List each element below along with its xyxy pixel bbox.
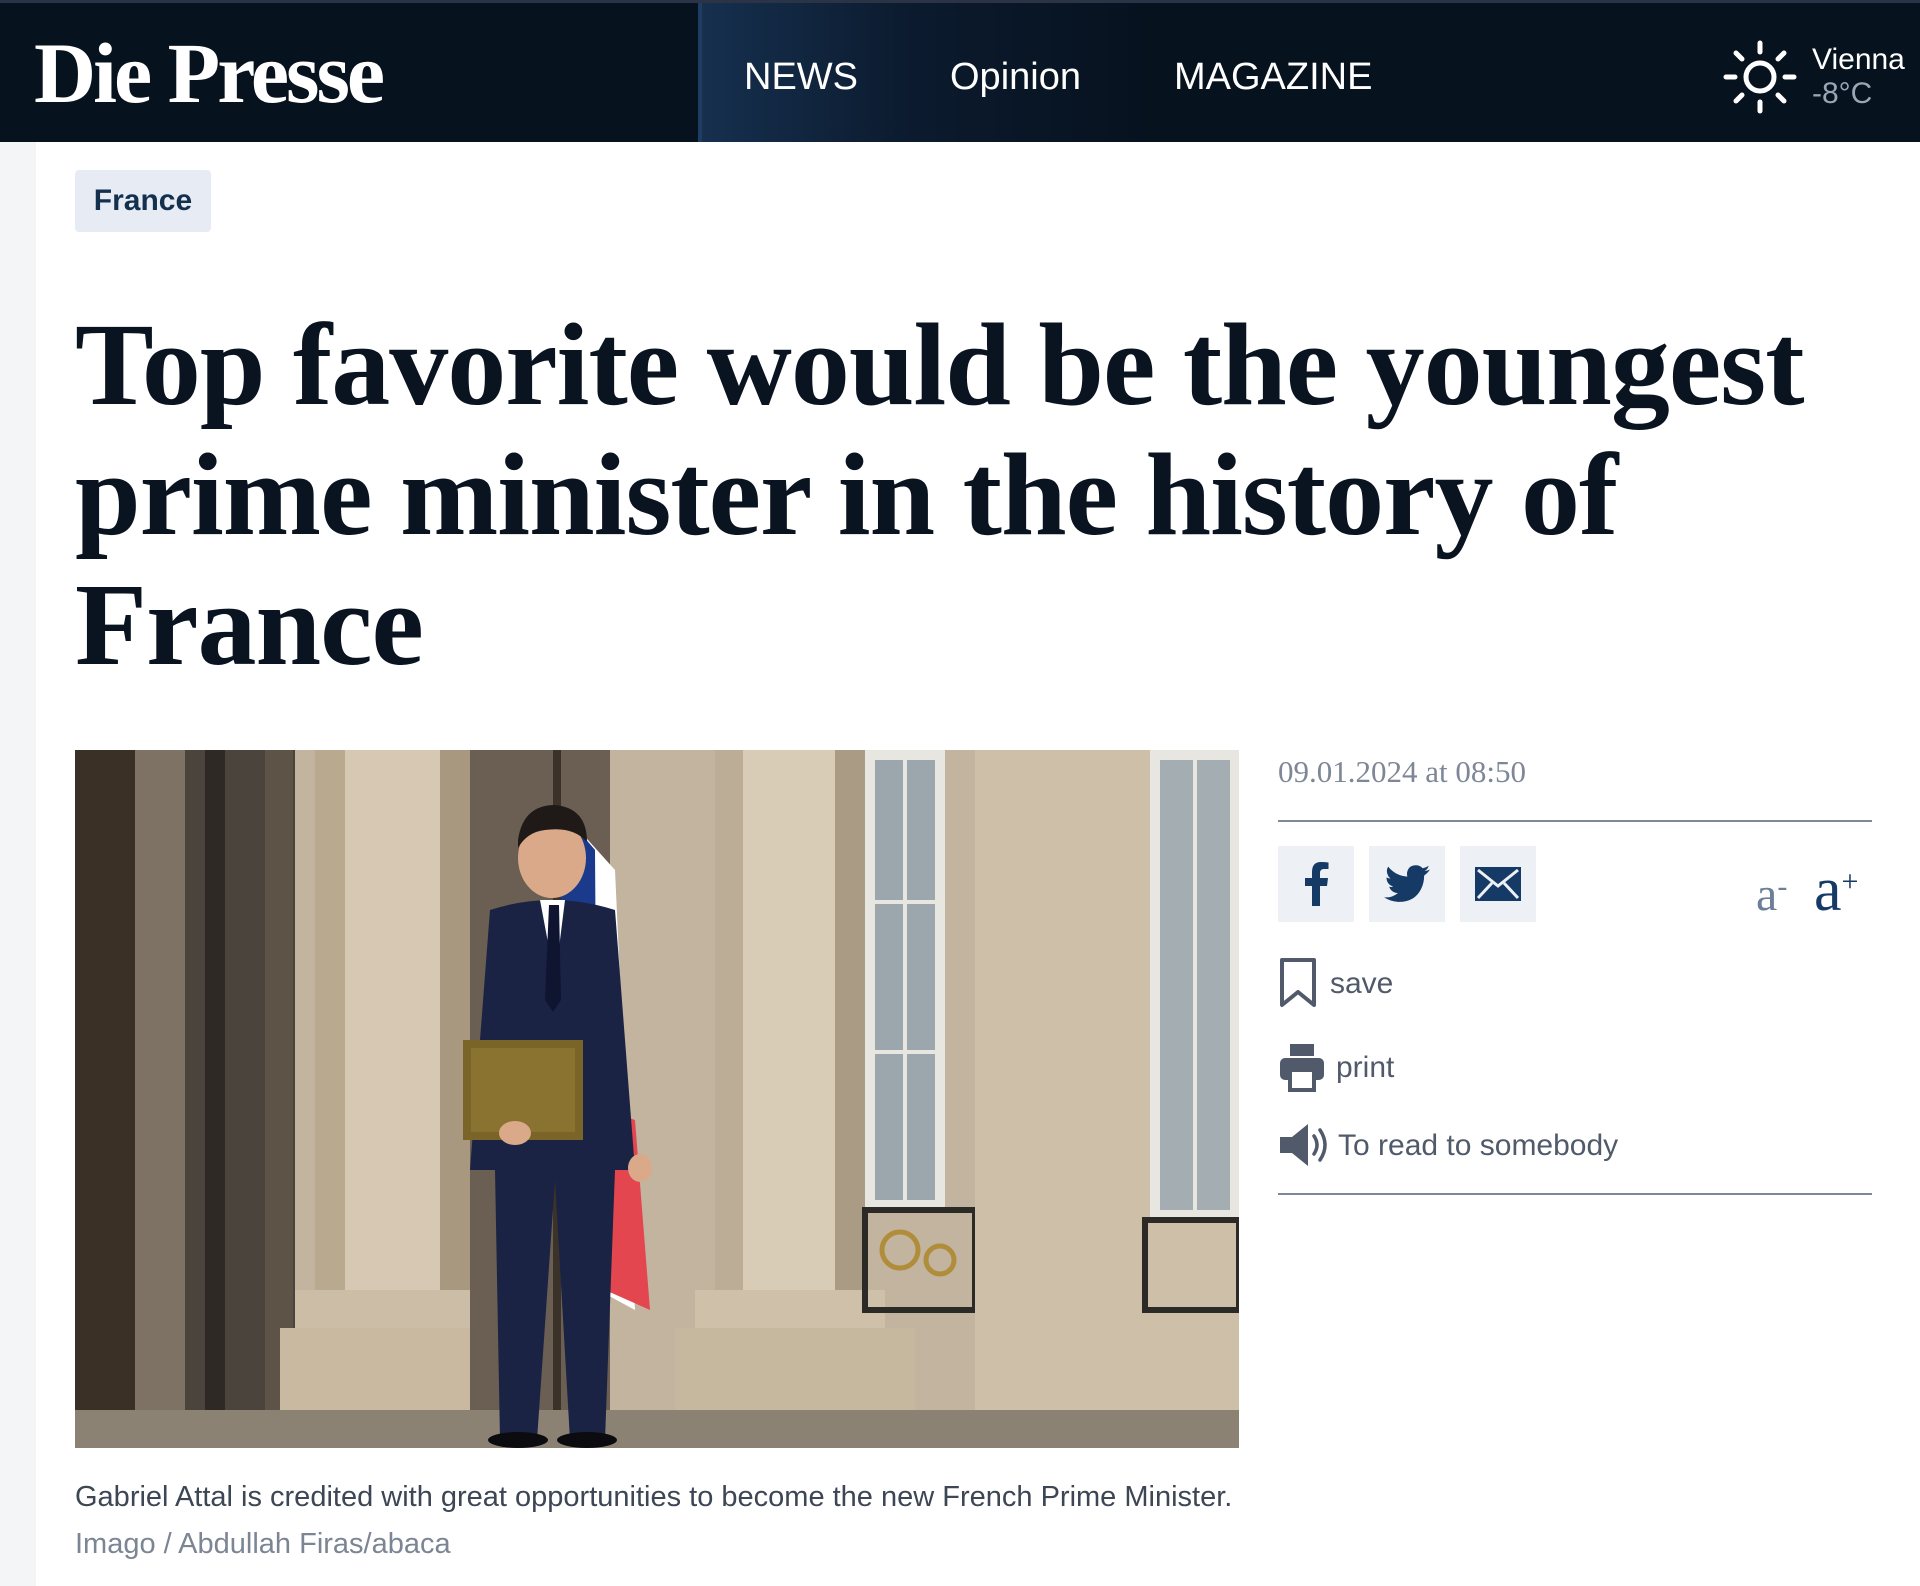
weather-widget[interactable]: Vienna -8°C bbox=[1720, 37, 1910, 117]
site-header: Die Presse NEWS Opinion MAGAZINE Vienna … bbox=[0, 0, 1920, 142]
facebook-icon bbox=[1305, 862, 1329, 906]
caption-text: Gabriel Attal is credited with great opp… bbox=[75, 1481, 1233, 1513]
sidebar-divider-bottom bbox=[1278, 1193, 1872, 1195]
article-photo bbox=[75, 750, 1239, 1448]
share-facebook-button[interactable] bbox=[1278, 846, 1354, 922]
category-tag[interactable]: France bbox=[75, 170, 211, 232]
read-aloud-label: To read to somebody bbox=[1338, 1129, 1619, 1162]
bookmark-icon bbox=[1280, 958, 1316, 1007]
share-twitter-button[interactable] bbox=[1369, 846, 1445, 922]
share-email-button[interactable] bbox=[1460, 846, 1536, 922]
twitter-icon bbox=[1384, 865, 1430, 902]
sidebar-divider-top bbox=[1278, 820, 1872, 822]
article-headline: Top favorite would be the youngest prime… bbox=[75, 299, 1805, 690]
speaker-icon bbox=[1280, 1124, 1327, 1166]
save-label: save bbox=[1330, 967, 1394, 1000]
weather-city: Vienna bbox=[1812, 43, 1905, 76]
printer-icon bbox=[1280, 1044, 1324, 1092]
decrease-font-button[interactable]: a- bbox=[1756, 870, 1787, 920]
nav-item-opinion[interactable]: Opinion bbox=[950, 55, 1081, 99]
sun-icon bbox=[1723, 40, 1797, 114]
weather-temperature: -8°C bbox=[1812, 77, 1873, 110]
photo-caption: Gabriel Attal is credited with great opp… bbox=[75, 1474, 1245, 1568]
publish-date: 09.01.2024 at 08:50 bbox=[1278, 754, 1526, 789]
print-label: print bbox=[1336, 1051, 1395, 1084]
increase-font-button[interactable]: a+ bbox=[1814, 859, 1858, 921]
nav-item-magazine[interactable]: MAGAZINE bbox=[1174, 55, 1372, 99]
photo-credit: Imago / Abdullah Firas/abaca bbox=[75, 1528, 451, 1560]
nav-item-news[interactable]: NEWS bbox=[744, 55, 858, 99]
site-logo[interactable]: Die Presse bbox=[34, 25, 385, 121]
mail-icon bbox=[1475, 867, 1521, 901]
